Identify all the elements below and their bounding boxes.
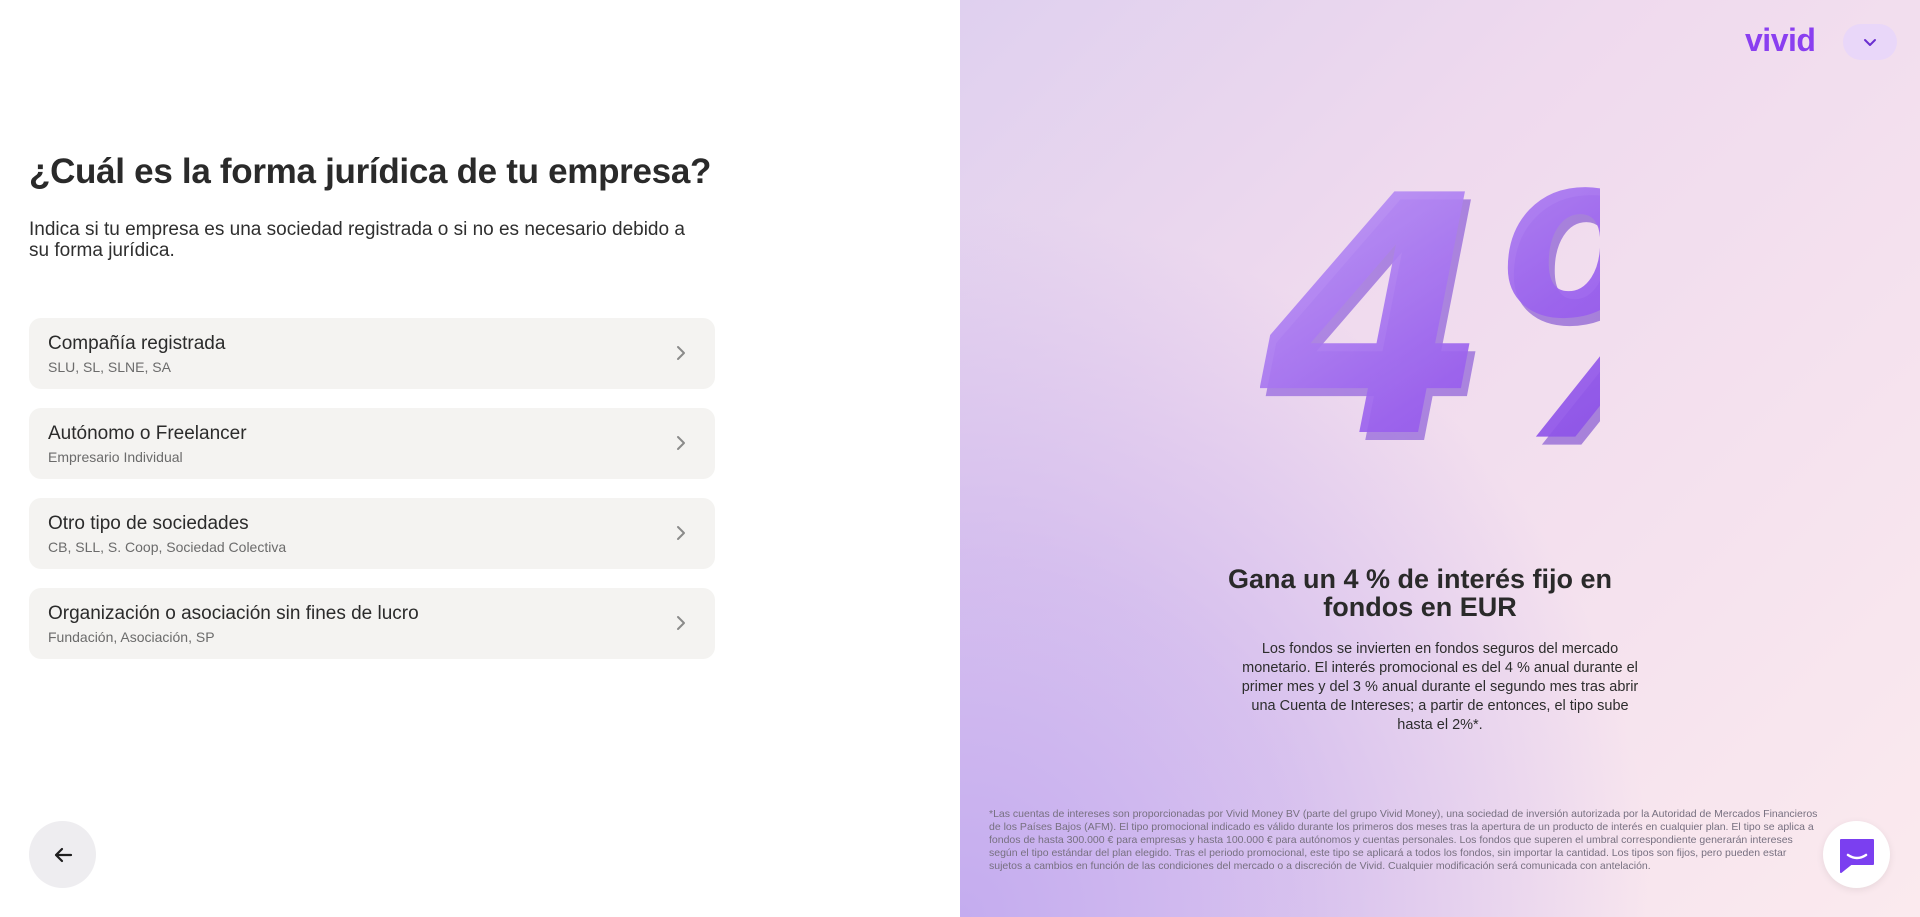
- option-subtitle: SLU, SL, SLNE, SA: [48, 359, 171, 375]
- promo-body: Los fondos se invierten en fondos seguro…: [1241, 641, 1639, 733]
- legal-disclaimer: *Las cuentas de intereses son proporcion…: [989, 808, 1818, 872]
- legal-form-options: Compañía registrada SLU, SL, SLNE, SA Au…: [29, 318, 715, 678]
- option-subtitle: Fundación, Asociación, SP: [48, 629, 215, 645]
- option-registered-company[interactable]: Compañía registrada SLU, SL, SLNE, SA: [29, 318, 715, 389]
- chevron-right-icon: [677, 436, 685, 450]
- chevron-right-icon: [677, 526, 685, 540]
- chat-button[interactable]: [1823, 821, 1890, 888]
- option-nonprofit[interactable]: Organización o asociación sin fines de l…: [29, 588, 715, 659]
- arrow-left-icon: [54, 847, 72, 862]
- four-percent-graphic: 4% 4%: [1260, 150, 1600, 480]
- back-button[interactable]: [29, 821, 96, 888]
- promo-title: Gana un 4 % de interés fijo en fondos en…: [1227, 564, 1613, 622]
- page-subtitle: Indica si tu empresa es una sociedad reg…: [29, 219, 685, 261]
- promo-graphic-text: 4%: [1260, 150, 1600, 480]
- promo-panel: vivid 4% 4% Gana un 4 % de interés fijo …: [960, 0, 1920, 917]
- account-dropdown[interactable]: [1843, 24, 1897, 60]
- option-subtitle: Empresario Individual: [48, 449, 183, 465]
- option-title: Autónomo o Freelancer: [48, 423, 247, 444]
- chevron-right-icon: [677, 346, 685, 360]
- chat-icon: [1839, 838, 1874, 873]
- chevron-right-icon: [677, 616, 685, 630]
- page-title: ¿Cuál es la forma jurídica de tu empresa…: [29, 152, 712, 191]
- option-other-companies[interactable]: Otro tipo de sociedades CB, SLL, S. Coop…: [29, 498, 715, 569]
- option-title: Organización o asociación sin fines de l…: [48, 603, 419, 624]
- vivid-logo[interactable]: vivid: [1745, 22, 1816, 59]
- option-title: Compañía registrada: [48, 333, 226, 354]
- option-freelancer[interactable]: Autónomo o Freelancer Empresario Individ…: [29, 408, 715, 479]
- option-subtitle: CB, SLL, S. Coop, Sociedad Colectiva: [48, 539, 287, 555]
- option-title: Otro tipo de sociedades: [48, 513, 249, 534]
- chevron-down-icon: [1864, 39, 1876, 46]
- left-panel: ¿Cuál es la forma jurídica de tu empresa…: [0, 0, 960, 917]
